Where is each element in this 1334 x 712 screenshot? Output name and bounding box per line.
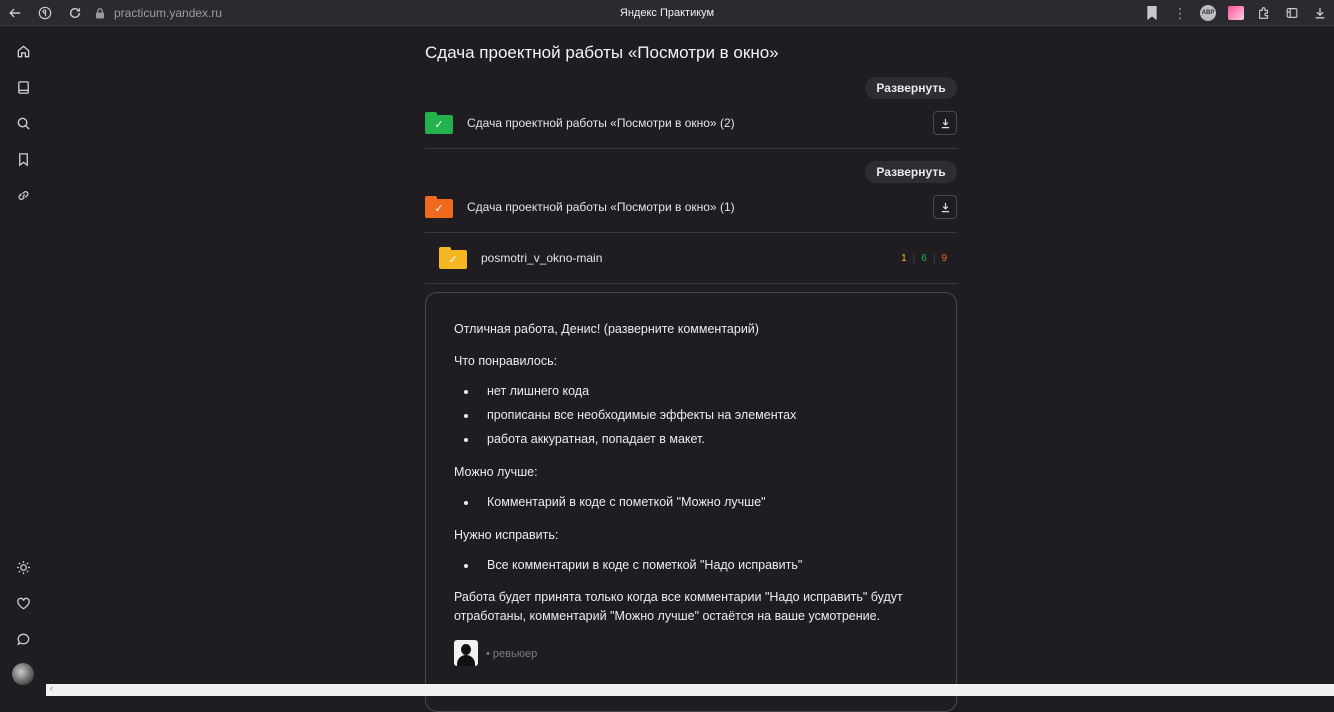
folder-check-icon: ✓ <box>425 112 453 134</box>
link-icon[interactable] <box>13 185 33 205</box>
browser-extensions: ⋮ ABP <box>1138 0 1334 26</box>
fix-heading: Нужно исправить: <box>454 528 559 542</box>
bullet <box>464 501 468 505</box>
home-icon[interactable] <box>13 41 33 61</box>
chat-icon[interactable] <box>13 629 33 649</box>
theme-sun-icon[interactable] <box>13 557 33 577</box>
book-icon[interactable] <box>13 77 33 97</box>
bookmark-page-icon[interactable] <box>1138 0 1166 26</box>
download-icon[interactable] <box>1306 0 1334 26</box>
comment-intro: Отличная работа, Денис! (разверните комм… <box>454 322 759 336</box>
scroll-left-icon[interactable]: ‹ <box>50 683 53 693</box>
bullet <box>464 564 468 568</box>
repo-stats: 1 | 6 | 9 <box>901 252 947 264</box>
bookmark-icon[interactable] <box>13 149 33 169</box>
reviewer-label: • ревьюер <box>486 648 538 660</box>
submission-row-1[interactable]: ✓ Сдача проектной работы «Посмотри в окн… <box>425 192 957 222</box>
divider <box>425 232 957 233</box>
stat-yellow-count: 1 <box>901 252 907 264</box>
user-avatar[interactable] <box>12 663 34 685</box>
review-comment: Отличная работа, Денис! (разверните комм… <box>425 292 957 712</box>
better-heading: Можно лучше: <box>454 465 538 479</box>
download-icon <box>941 118 949 128</box>
adblock-extension[interactable]: ABP <box>1194 0 1222 26</box>
search-icon[interactable] <box>13 113 33 133</box>
repo-name: posmotri_v_okno-main <box>481 251 603 265</box>
download-button[interactable] <box>933 195 957 219</box>
liked-item: работа аккуратная, попадает в макет. <box>487 432 705 446</box>
puzzle-extensions-icon[interactable] <box>1250 0 1278 26</box>
folder-check-icon: ✓ <box>425 196 453 218</box>
bullet <box>464 390 468 394</box>
horizontal-scrollbar[interactable]: ‹ <box>46 683 1334 696</box>
reviewer-avatar <box>454 640 478 666</box>
more-vertical-icon[interactable]: ⋮ <box>1166 0 1194 26</box>
bullet <box>464 414 468 418</box>
divider <box>425 148 957 149</box>
repo-row[interactable]: ✓ posmotri_v_okno-main 1 | 6 | 9 <box>439 243 957 273</box>
stat-orange-count: 9 <box>941 252 947 264</box>
expand-button-submission-2[interactable]: Развернуть <box>865 77 957 99</box>
gradient-extension-icon[interactable] <box>1222 0 1250 26</box>
submission-label: Сдача проектной работы «Посмотри в окно»… <box>467 116 735 130</box>
stat-green-count: 6 <box>921 252 927 264</box>
download-button[interactable] <box>933 111 957 135</box>
lock-icon <box>96 7 104 18</box>
back-arrow-icon[interactable] <box>0 0 30 26</box>
liked-heading: Что понравилось: <box>454 354 558 368</box>
expand-button-submission-1[interactable]: Развернуть <box>865 161 957 183</box>
divider <box>425 283 957 284</box>
yandex-logo-icon[interactable] <box>30 0 60 26</box>
collections-icon[interactable] <box>1278 0 1306 26</box>
liked-item: нет лишнего кода <box>487 384 590 398</box>
page-title: Сдача проектной работы «Посмотри в окно» <box>425 43 779 62</box>
reload-icon[interactable] <box>60 0 90 26</box>
browser-toolbar: practicum.yandex.ru Яндекс Практикум ⋮ A… <box>0 0 1334 26</box>
liked-item: прописаны все необходимые эффекты на эле… <box>487 408 797 422</box>
left-sidebar <box>0 27 46 696</box>
address-bar[interactable]: practicum.yandex.ru <box>94 2 222 24</box>
submission-row-2[interactable]: ✓ Сдача проектной работы «Посмотри в окн… <box>425 108 957 138</box>
better-item: Комментарий в коде с пометкой "Можно луч… <box>487 495 766 509</box>
download-icon <box>941 202 949 212</box>
fix-item: Все комментарии в коде с пометкой "Надо … <box>487 558 803 572</box>
browser-nav: practicum.yandex.ru <box>0 0 222 26</box>
submission-label: Сдача проектной работы «Посмотри в окно»… <box>467 200 735 214</box>
comment-conclusion: Работа будет принята только когда все ко… <box>454 590 903 623</box>
bullet <box>464 438 468 442</box>
folder-check-icon: ✓ <box>439 247 467 269</box>
heart-icon[interactable] <box>13 593 33 613</box>
url-text: practicum.yandex.ru <box>114 5 223 20</box>
